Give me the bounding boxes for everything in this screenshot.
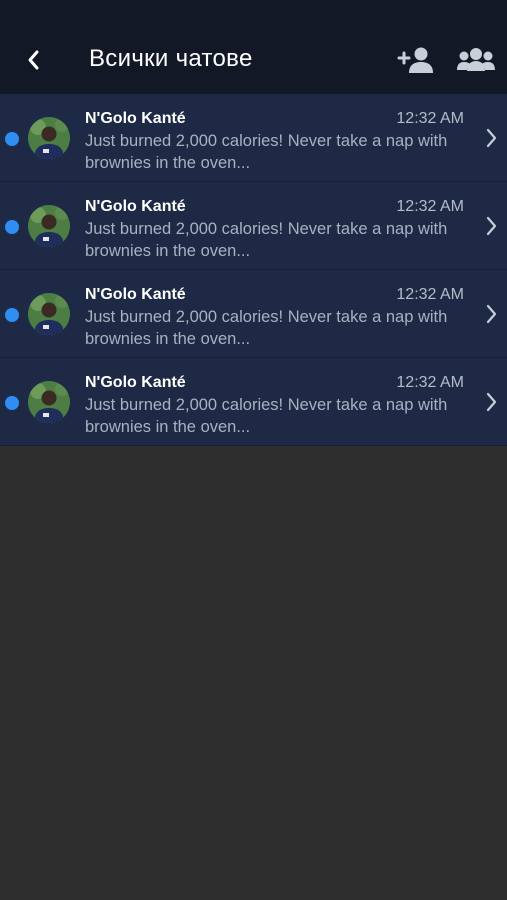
chevron-right-icon bbox=[486, 128, 497, 148]
contact-name: N'Golo Kanté bbox=[85, 110, 186, 127]
users-group-icon bbox=[457, 48, 495, 71]
unread-indicator bbox=[5, 308, 19, 322]
message-time: 12:32 AM bbox=[396, 110, 464, 127]
chevron-right-icon bbox=[486, 304, 497, 324]
message-time: 12:32 AM bbox=[396, 374, 464, 391]
unread-indicator bbox=[5, 396, 19, 410]
message-preview: Just burned 2,000 calories! Never take a… bbox=[85, 220, 448, 260]
chat-list-item[interactable]: N'Golo Kanté 12:32 AM Just burned 2,000 … bbox=[0, 270, 507, 358]
contact-name: N'Golo Kanté bbox=[85, 198, 186, 215]
page-title: Всички чатове bbox=[89, 45, 253, 72]
message-preview: Just burned 2,000 calories! Never take a… bbox=[85, 308, 448, 348]
chat-list-item[interactable]: N'Golo Kanté 12:32 AM Just burned 2,000 … bbox=[0, 94, 507, 182]
chevron-right-icon bbox=[486, 216, 497, 236]
chat-list-item[interactable]: N'Golo Kanté 12:32 AM Just burned 2,000 … bbox=[0, 182, 507, 270]
user-plus-icon bbox=[397, 47, 433, 73]
avatar bbox=[28, 293, 70, 335]
add-contact-button[interactable] bbox=[396, 44, 434, 76]
unread-indicator bbox=[5, 220, 19, 234]
back-button[interactable] bbox=[16, 42, 52, 78]
chat-list-item[interactable]: N'Golo Kanté 12:32 AM Just burned 2,000 … bbox=[0, 358, 507, 446]
message-preview: Just burned 2,000 calories! Never take a… bbox=[85, 132, 448, 172]
chevron-left-icon bbox=[28, 50, 39, 70]
chevron-right-icon bbox=[486, 392, 497, 412]
contact-name: N'Golo Kanté bbox=[85, 374, 186, 391]
unread-indicator bbox=[5, 132, 19, 146]
group-chat-button[interactable] bbox=[456, 44, 496, 76]
chat-list: N'Golo Kanté 12:32 AM Just burned 2,000 … bbox=[0, 94, 507, 446]
app-header: Всички чатове bbox=[0, 0, 507, 94]
contact-name: N'Golo Kanté bbox=[85, 286, 186, 303]
avatar bbox=[28, 381, 70, 423]
message-time: 12:32 AM bbox=[396, 198, 464, 215]
message-preview: Just burned 2,000 calories! Never take a… bbox=[85, 396, 448, 436]
message-time: 12:32 AM bbox=[396, 286, 464, 303]
avatar bbox=[28, 205, 70, 247]
avatar bbox=[28, 117, 70, 159]
